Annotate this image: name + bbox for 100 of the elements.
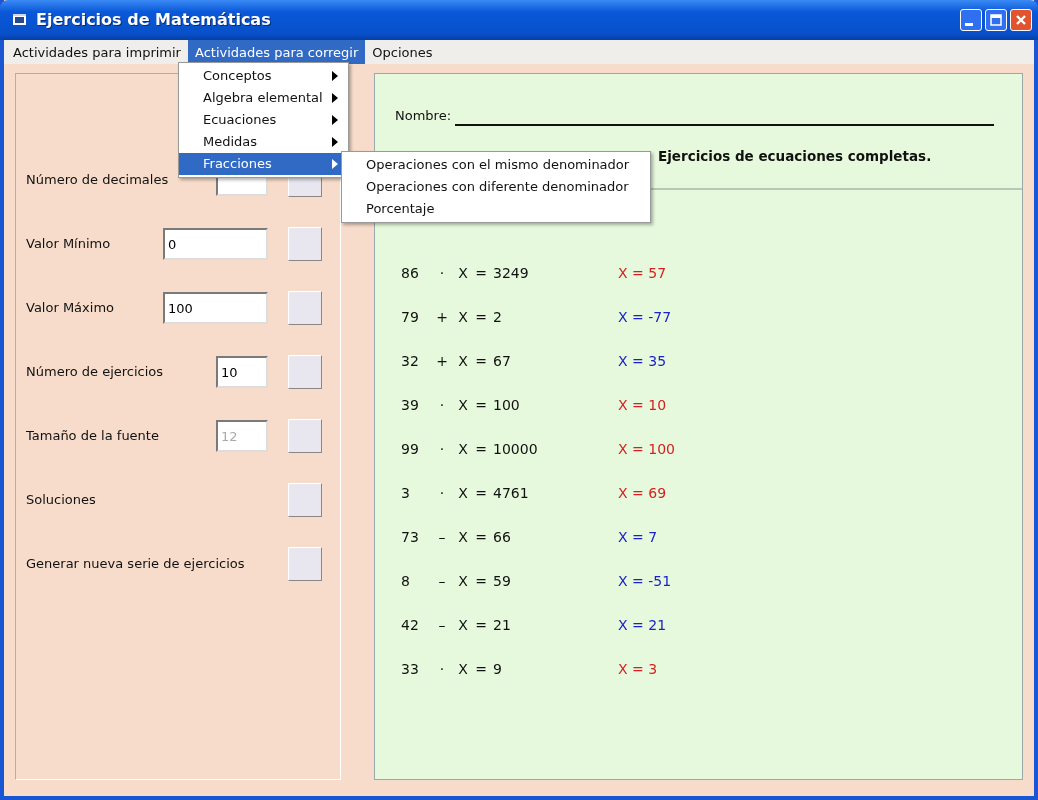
- solution: X = 100: [618, 439, 675, 459]
- unknown: X: [457, 351, 469, 371]
- submenu-arrow-icon: [332, 137, 338, 147]
- name-label: Nombre:: [395, 107, 452, 125]
- apply-button[interactable]: [288, 547, 322, 581]
- menu-item[interactable]: Opciones: [365, 40, 440, 64]
- result: 3249: [492, 263, 530, 283]
- result: 21: [492, 615, 512, 635]
- unknown: X: [457, 395, 469, 415]
- coefficient: 42: [401, 615, 420, 635]
- equals-sign: =: [474, 527, 488, 547]
- close-button[interactable]: [1010, 9, 1032, 31]
- operator: +: [435, 351, 449, 371]
- submenu-arrow-icon: [332, 115, 338, 125]
- menu-item[interactable]: Actividades para imprimir: [6, 40, 188, 64]
- equals-sign: =: [474, 307, 488, 327]
- equals-sign: =: [474, 659, 488, 679]
- menu-item[interactable]: Actividades para corregir: [187, 40, 366, 64]
- equals-sign: =: [474, 395, 488, 415]
- coefficient: 3: [401, 483, 411, 503]
- coefficient: 8: [401, 571, 411, 591]
- result: 2: [492, 307, 503, 327]
- setting-label: Soluciones: [26, 491, 97, 510]
- unknown: X: [457, 439, 469, 459]
- app-icon: [12, 12, 28, 28]
- equals-sign: =: [474, 571, 488, 591]
- operator: ·: [438, 395, 446, 415]
- unknown: X: [457, 483, 469, 503]
- operator: +: [435, 307, 449, 327]
- coefficient: 33: [401, 659, 420, 679]
- menu-item[interactable]: Operaciones con diferente denominador: [342, 176, 650, 198]
- operator: –: [437, 615, 447, 635]
- solution: X = 10: [618, 395, 667, 415]
- operator: ·: [438, 659, 446, 679]
- unknown: X: [457, 615, 469, 635]
- equals-sign: =: [474, 483, 488, 503]
- input-field[interactable]: 100: [163, 292, 268, 324]
- apply-button[interactable]: [288, 227, 322, 261]
- result: 9: [492, 659, 503, 679]
- submenu-arrow-icon: [332, 159, 338, 169]
- maximize-button[interactable]: [985, 9, 1007, 31]
- unknown: X: [457, 659, 469, 679]
- operator: –: [437, 571, 447, 591]
- menu-item[interactable]: Medidas: [179, 131, 348, 153]
- menu-item[interactable]: Ecuaciones: [179, 109, 348, 131]
- operator: –: [437, 527, 447, 547]
- result: 4761: [492, 483, 530, 503]
- solution: X = 3: [618, 659, 658, 679]
- worksheet-title: Ejercicios de ecuaciones completas.: [658, 146, 933, 166]
- solution: X = 35: [618, 351, 667, 371]
- minimize-button[interactable]: [960, 9, 982, 31]
- input-field[interactable]: 0: [163, 228, 268, 260]
- result: 66: [492, 527, 512, 547]
- unknown: X: [457, 571, 469, 591]
- equals-sign: =: [474, 351, 488, 371]
- maximize-icon: [989, 13, 1003, 27]
- setting-label: Número de ejercicios: [26, 363, 165, 382]
- solution: X = -51: [618, 571, 672, 591]
- input-field[interactable]: 10: [216, 356, 268, 388]
- coefficient: 73: [401, 527, 420, 547]
- close-icon: [1014, 13, 1028, 27]
- equals-sign: =: [474, 263, 488, 283]
- coefficient: 86: [401, 263, 420, 283]
- equals-sign: =: [474, 439, 488, 459]
- apply-button[interactable]: [288, 291, 322, 325]
- setting-label: Generar nueva serie de ejercicios: [26, 555, 246, 574]
- setting-label: Tamaño de la fuente: [26, 427, 160, 446]
- unknown: X: [457, 307, 469, 327]
- window-title: Ejercicios de Matemáticas: [36, 9, 272, 31]
- operator: ·: [438, 439, 446, 459]
- operator: ·: [438, 483, 446, 503]
- result: 59: [492, 571, 512, 591]
- unknown: X: [457, 263, 469, 283]
- result: 10000: [492, 439, 539, 459]
- menu-item[interactable]: Algebra elemental: [179, 87, 348, 109]
- apply-button[interactable]: [288, 419, 322, 453]
- solution: X = -77: [618, 307, 672, 327]
- coefficient: 39: [401, 395, 420, 415]
- coefficient: 99: [401, 439, 420, 459]
- result: 100: [492, 395, 521, 415]
- submenu-arrow-icon: [332, 93, 338, 103]
- solution: X = 69: [618, 483, 667, 503]
- coefficient: 79: [401, 307, 420, 327]
- menu-item[interactable]: Conceptos: [179, 65, 348, 87]
- submenu-arrow-icon: [332, 71, 338, 81]
- setting-label: Número de decimales: [26, 171, 170, 190]
- menu-item[interactable]: Porcentaje: [342, 198, 650, 220]
- result: 67: [492, 351, 512, 371]
- operator: ·: [438, 263, 446, 283]
- solution: X = 57: [618, 263, 667, 283]
- minimize-icon: [965, 23, 973, 26]
- setting-label: Valor Mínimo: [26, 235, 112, 254]
- setting-label: Valor Máximo: [26, 299, 115, 318]
- unknown: X: [457, 527, 469, 547]
- apply-button[interactable]: [288, 483, 322, 517]
- solution: X = 21: [618, 615, 667, 635]
- equals-sign: =: [474, 615, 488, 635]
- coefficient: 32: [401, 351, 420, 371]
- solution: X = 7: [618, 527, 658, 547]
- apply-button[interactable]: [288, 355, 322, 389]
